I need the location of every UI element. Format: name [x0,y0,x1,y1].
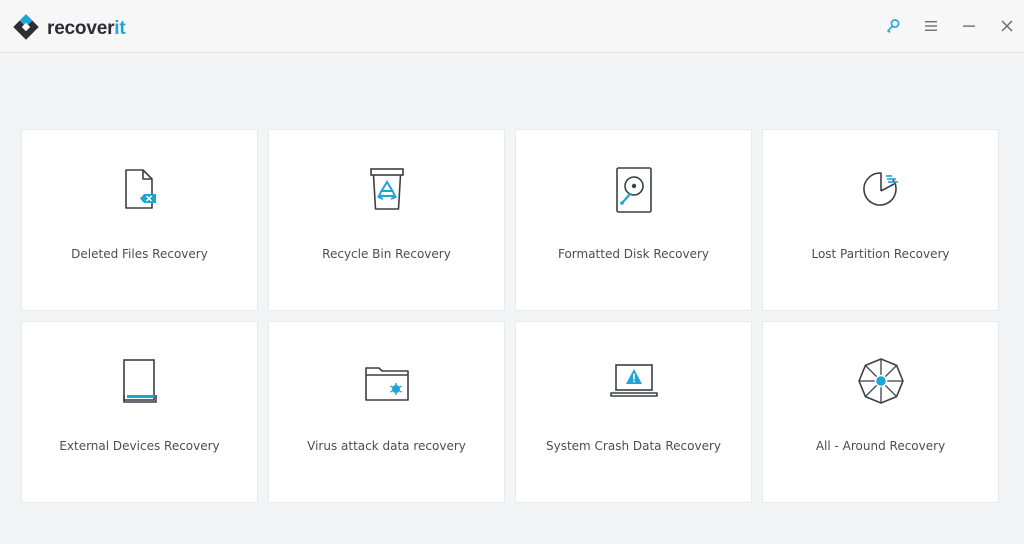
all-around-icon [856,356,906,408]
hard-disk-icon [609,164,659,216]
key-icon[interactable] [884,17,902,35]
system-crash-recovery-card[interactable]: System Crash Data Recovery [515,321,752,503]
app-logo: recoverit [12,13,126,45]
logo-diamond-icon [12,13,40,45]
minimize-icon[interactable] [960,17,978,35]
card-label: Deleted Files Recovery [71,247,208,261]
window-controls [884,17,1016,35]
deleted-files-recovery-card[interactable]: Deleted Files Recovery [21,129,258,311]
card-label: Recycle Bin Recovery [322,247,451,261]
app-name-accent: it [114,18,126,39]
recovery-mode-grid: Deleted Files Recovery Recycle Bin Recov… [21,129,1000,503]
partition-icon [856,164,906,216]
card-label: Virus attack data recovery [307,439,466,453]
external-device-icon [115,356,165,408]
app-name-main: recover [47,18,115,39]
menu-icon[interactable] [922,17,940,35]
recycle-bin-recovery-card[interactable]: Recycle Bin Recovery [268,129,505,311]
recoverit-window: recoverit Deleted Files Recovery Recycle… [0,0,1024,544]
card-label: External Devices Recovery [59,439,220,453]
crashed-laptop-icon [609,356,659,408]
card-label: Lost Partition Recovery [811,247,950,261]
external-devices-recovery-card[interactable]: External Devices Recovery [21,321,258,503]
title-bar: recoverit [0,0,1024,53]
all-around-recovery-card[interactable]: All - Around Recovery [762,321,999,503]
lost-partition-recovery-card[interactable]: Lost Partition Recovery [762,129,999,311]
close-icon[interactable] [998,17,1016,35]
card-label: Formatted Disk Recovery [557,247,710,261]
app-name: recoverit [47,18,126,40]
card-label: All - Around Recovery [815,439,946,453]
recycle-bin-icon [362,164,412,216]
card-label: System Crash Data Recovery [545,439,721,453]
formatted-disk-recovery-card[interactable]: Formatted Disk Recovery [515,129,752,311]
virus-attack-recovery-card[interactable]: Virus attack data recovery [268,321,505,503]
virus-folder-icon [362,356,412,408]
deleted-file-icon [115,164,165,216]
